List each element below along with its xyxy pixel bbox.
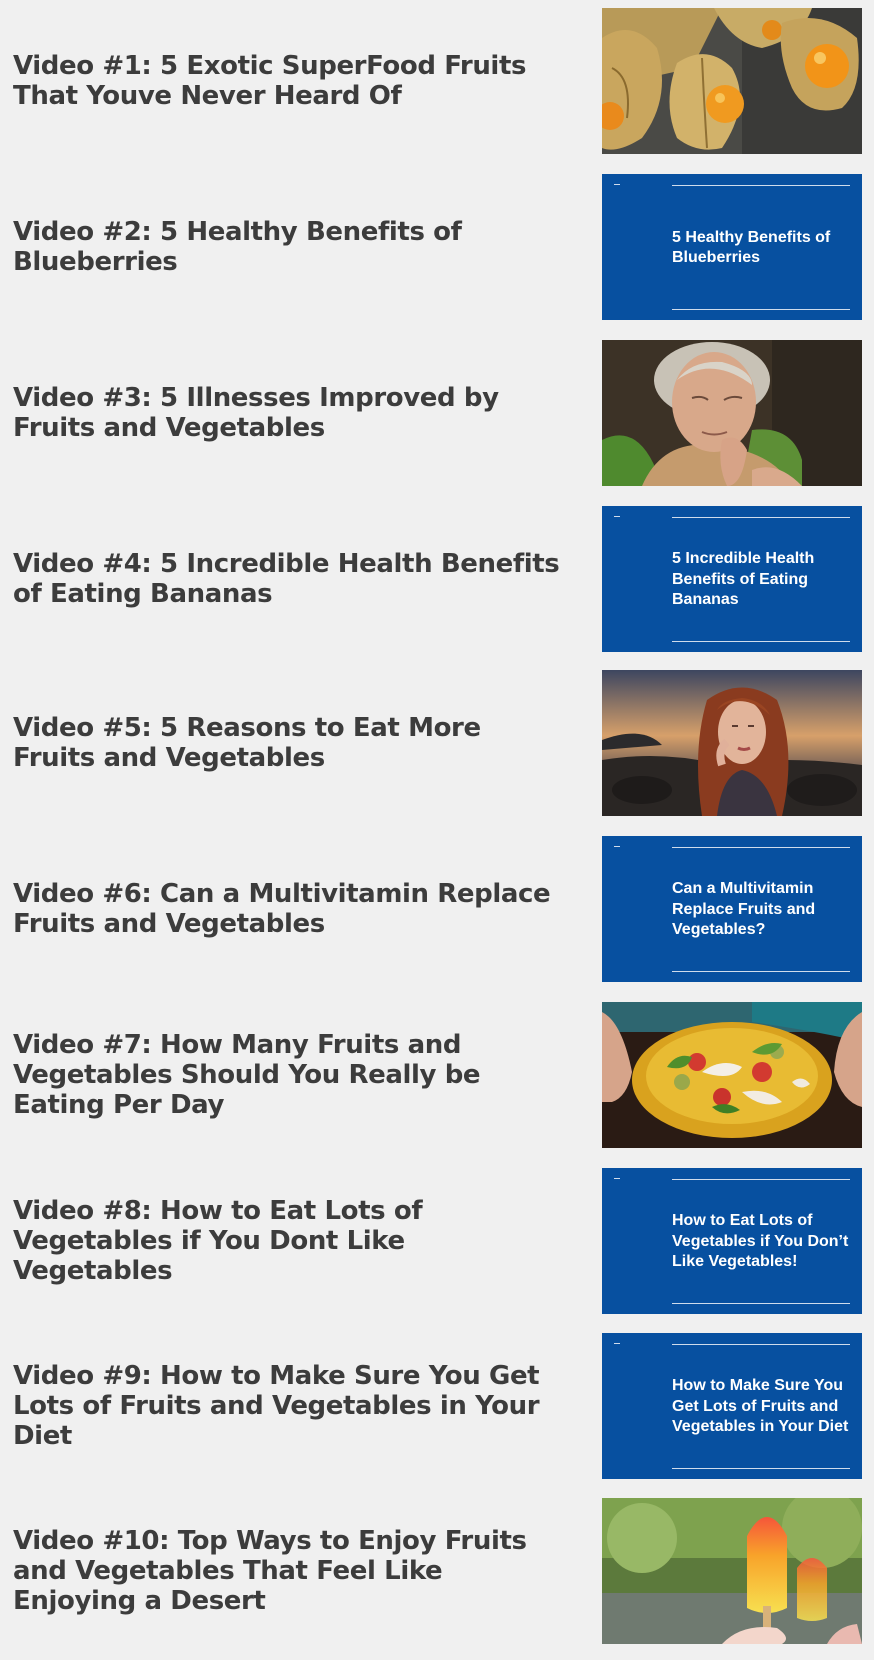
video-title[interactable]: Video #7: How Many Fruits and Vegetables… (13, 1002, 568, 1148)
video-title[interactable]: Video #4: 5 Incredible Health Benefits o… (13, 506, 568, 652)
physalis-fruits-photo (602, 8, 862, 154)
slide-rule (672, 1344, 850, 1345)
video-item: Video #5: 5 Reasons to Eat More Fruits a… (0, 670, 874, 816)
video-thumbnail-slide[interactable]: How to Make Sure You Get Lots of Fruits … (602, 1333, 862, 1479)
video-item: Video #10: Top Ways to Enjoy Fruits and … (0, 1498, 874, 1644)
slide-dash (614, 184, 620, 185)
slide-title: How to Make Sure You Get Lots of Fruits … (672, 1377, 849, 1436)
slide-rule (672, 847, 850, 848)
video-thumbnail-salad-bowl[interactable] (602, 1002, 862, 1148)
slide-rule (672, 309, 850, 310)
slide-rule (672, 185, 850, 186)
video-thumbnail-physalis[interactable] (602, 8, 862, 154)
video-thumbnail-slide[interactable]: Can a Multivitamin Replace Fruits and Ve… (602, 836, 862, 982)
video-title[interactable]: Video #6: Can a Multivitamin Replace Fru… (13, 836, 568, 982)
video-item: Video #9: How to Make Sure You Get Lots … (0, 1333, 874, 1479)
slide-rule (672, 1468, 850, 1469)
video-thumbnail-woman-sunset[interactable] (602, 670, 862, 816)
woman-at-sunset-photo (602, 670, 862, 816)
video-title[interactable]: Video #2: 5 Healthy Benefits of Blueberr… (13, 174, 568, 320)
salad-bowl-photo (602, 1002, 862, 1148)
video-title[interactable]: Video #10: Top Ways to Enjoy Fruits and … (13, 1498, 568, 1644)
video-thumbnail-elderly-woman[interactable] (602, 340, 862, 486)
video-thumbnail-slide[interactable]: 5 Healthy Benefits of Blueberries (602, 174, 862, 320)
video-item: Video #7: How Many Fruits and Vegetables… (0, 1002, 874, 1148)
video-thumbnail-slide[interactable]: How to Eat Lots of Vegetables if You Don… (602, 1168, 862, 1314)
slide-title: How to Eat Lots of Vegetables if You Don… (672, 1212, 849, 1271)
video-title[interactable]: Video #5: 5 Reasons to Eat More Fruits a… (13, 670, 568, 816)
slide-dash (614, 516, 620, 517)
slide-dash (614, 1343, 620, 1344)
slide-rule (672, 1179, 850, 1180)
slide-dash (614, 846, 620, 847)
video-item: Video #6: Can a Multivitamin Replace Fru… (0, 836, 874, 982)
video-list: Video #1: 5 Exotic SuperFood Fruits That… (0, 0, 874, 1660)
video-item: Video #2: 5 Healthy Benefits of Blueberr… (0, 174, 874, 320)
elderly-woman-photo (602, 340, 862, 486)
video-item: Video #3: 5 Illnesses Improved by Fruits… (0, 340, 874, 486)
slide-rule (672, 1303, 850, 1304)
slide-title: 5 Healthy Benefits of Blueberries (672, 228, 831, 267)
slide-rule (672, 971, 850, 972)
video-thumbnail-slide[interactable]: 5 Incredible Health Benefits of Eating B… (602, 506, 862, 652)
video-item: Video #8: How to Eat Lots of Vegetables … (0, 1168, 874, 1314)
video-item: Video #4: 5 Incredible Health Benefits o… (0, 506, 874, 652)
slide-title: 5 Incredible Health Benefits of Eating B… (672, 550, 815, 609)
video-thumbnail-popsicles[interactable] (602, 1498, 862, 1644)
video-title[interactable]: Video #1: 5 Exotic SuperFood Fruits That… (13, 8, 568, 154)
slide-title: Can a Multivitamin Replace Fruits and Ve… (672, 880, 816, 939)
video-item: Video #1: 5 Exotic SuperFood Fruits That… (0, 8, 874, 154)
video-title[interactable]: Video #8: How to Eat Lots of Vegetables … (13, 1168, 568, 1314)
slide-rule (672, 641, 850, 642)
video-title[interactable]: Video #3: 5 Illnesses Improved by Fruits… (13, 340, 568, 486)
fruit-popsicles-photo (602, 1498, 862, 1644)
video-title[interactable]: Video #9: How to Make Sure You Get Lots … (13, 1333, 568, 1479)
slide-rule (672, 517, 850, 518)
slide-dash (614, 1178, 620, 1179)
